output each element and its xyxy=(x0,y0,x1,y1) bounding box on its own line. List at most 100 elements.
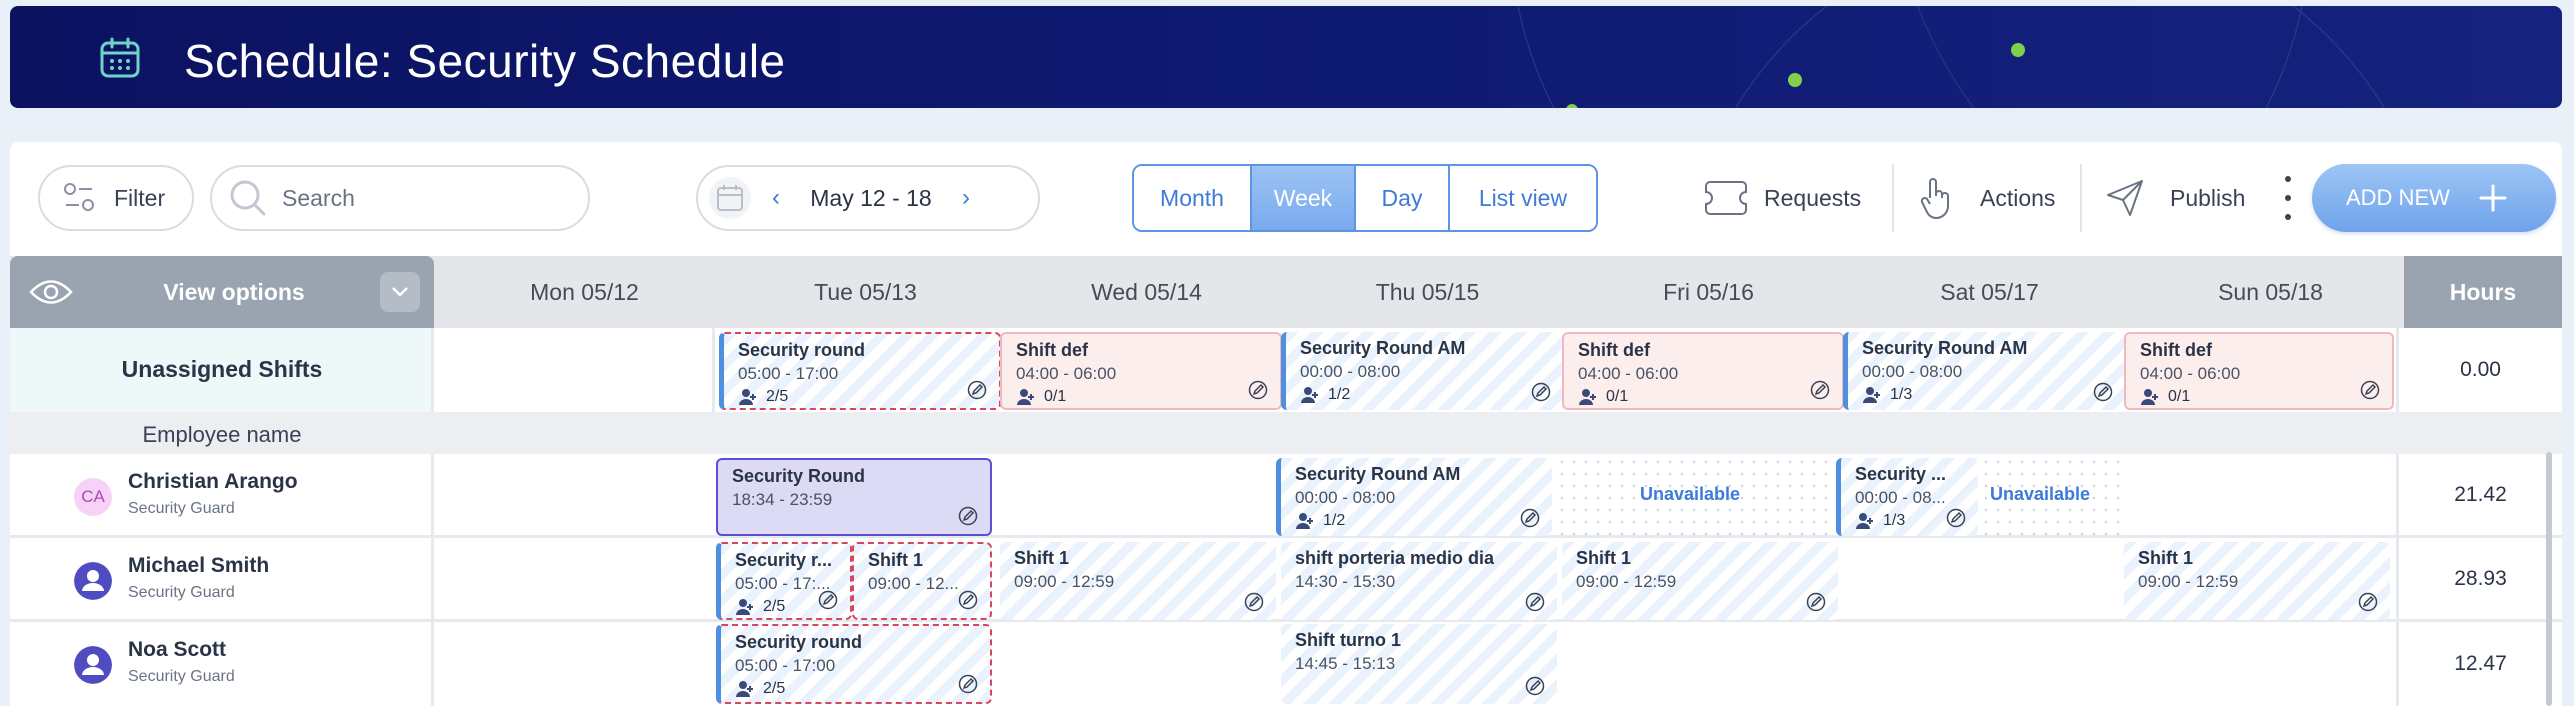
employee-cell[interactable]: CA Christian Arango Security Guard xyxy=(10,454,434,535)
shift-time: 00:00 - 08:00 xyxy=(1300,362,1401,381)
eye-icon xyxy=(29,280,73,304)
chevron-down-icon[interactable] xyxy=(380,272,420,312)
shift-time: 09:00 - 12:59 xyxy=(1014,572,1115,591)
shift-count-value: 2/5 xyxy=(766,388,789,405)
shift-card[interactable]: shift porteria medio dia 14:30 - 15:30 xyxy=(1281,542,1557,620)
chevron-right-icon[interactable]: › xyxy=(962,184,970,212)
employee-name: Christian Arango xyxy=(128,470,298,493)
unassigned-shifts-row: Unassigned Shifts Security round 05:00 -… xyxy=(10,328,2562,412)
edit-icon[interactable] xyxy=(2360,380,2380,400)
search-icon xyxy=(230,180,266,216)
edit-icon[interactable] xyxy=(1531,382,1551,402)
publish-button[interactable]: Publish xyxy=(2104,172,2245,224)
shift-card[interactable]: Shift def 04:00 - 06:00 0/1 xyxy=(2124,332,2394,410)
shift-card[interactable]: Security Round 18:34 - 23:59 xyxy=(716,458,992,536)
shift-time: 04:00 - 06:00 xyxy=(1578,364,1679,383)
shift-card[interactable]: Security Round AM 00:00 - 08:00 1/3 xyxy=(1843,332,2125,410)
shift-card[interactable]: Security r... 05:00 - 17:... 2/5 xyxy=(716,542,852,620)
shift-count: 0/1 xyxy=(2140,388,2190,406)
shift-title: Security Round AM xyxy=(1300,338,1466,358)
edit-icon[interactable] xyxy=(1520,508,1540,528)
add-new-button[interactable]: ADD NEW xyxy=(2312,164,2556,232)
edit-icon[interactable] xyxy=(1525,592,1545,612)
requests-label: Requests xyxy=(1764,184,1862,211)
shift-card[interactable]: Security Round AM 00:00 - 08:00 1/2 xyxy=(1281,332,1563,410)
calendar-icon xyxy=(100,37,140,78)
edit-icon[interactable] xyxy=(1806,592,1826,612)
actions-button[interactable]: Actions xyxy=(1918,172,2055,224)
edit-icon[interactable] xyxy=(1810,380,1830,400)
publish-label: Publish xyxy=(2170,184,2246,211)
hours-cell: 12.47 xyxy=(2396,622,2562,706)
edit-icon[interactable] xyxy=(1525,676,1545,696)
shift-title: Security round xyxy=(738,340,866,360)
view-day[interactable]: Day xyxy=(1356,166,1450,230)
unavailable-label: Unavailable xyxy=(1990,484,2091,504)
shift-time: 04:00 - 06:00 xyxy=(2140,364,2241,383)
shift-card[interactable]: Shift 1 09:00 - 12:59 xyxy=(2124,542,2390,620)
search-input[interactable]: Search xyxy=(210,165,590,231)
requests-button[interactable]: Requests xyxy=(1704,172,1861,224)
shift-count-value: 2/5 xyxy=(763,598,786,615)
edit-icon[interactable] xyxy=(958,674,978,694)
edit-icon[interactable] xyxy=(2093,382,2113,402)
shift-card[interactable]: Shift 1 09:00 - 12:59 xyxy=(1000,542,1276,620)
edit-icon[interactable] xyxy=(958,590,978,610)
shift-card[interactable]: Security round 05:00 - 17:00 2/5 xyxy=(719,332,1001,410)
user-add-icon xyxy=(1017,389,1034,405)
shift-card[interactable]: Security ... 00:00 - 08... 1/3 xyxy=(1836,458,1978,536)
shift-time: 05:00 - 17:00 xyxy=(738,364,839,383)
shift-time: 09:00 - 12:59 xyxy=(1576,572,1677,591)
employee-cell[interactable]: Noa Scott Security Guard xyxy=(10,622,434,706)
employee-role: Security Guard xyxy=(128,584,235,601)
employee-cell[interactable]: Michael Smith Security Guard xyxy=(10,538,434,619)
date-range-picker[interactable]: ‹ May 12 - 18 › xyxy=(696,165,1040,231)
page-title: Schedule: Security Schedule xyxy=(184,35,786,87)
shift-count: 2/5 xyxy=(738,388,788,406)
avatar: CA xyxy=(74,478,112,516)
edit-icon[interactable] xyxy=(958,506,978,526)
hours-cell: 21.42 xyxy=(2396,454,2562,535)
shift-card[interactable]: Security round 05:00 - 17:00 2/5 xyxy=(716,624,992,704)
filter-button[interactable]: Filter xyxy=(38,165,194,231)
edit-icon[interactable] xyxy=(2358,592,2378,612)
chevron-left-icon[interactable]: ‹ xyxy=(772,184,780,212)
shift-count-value: 1/3 xyxy=(1890,386,1913,403)
shift-count: 1/2 xyxy=(1300,386,1350,404)
user-add-icon xyxy=(1856,513,1873,529)
edit-icon[interactable] xyxy=(967,380,987,400)
more-options-icon[interactable] xyxy=(2284,176,2292,220)
user-avatar-icon xyxy=(74,646,112,684)
day-header: Wed 05/14 xyxy=(1091,278,1202,305)
user-add-icon xyxy=(1296,513,1313,529)
shift-card[interactable]: Shift turno 1 14:45 - 15:13 xyxy=(1281,624,1557,704)
hand-pointer-icon xyxy=(1920,178,1949,220)
grid-scrollbar[interactable] xyxy=(2546,452,2552,706)
day-header: Fri 05/16 xyxy=(1663,278,1754,305)
user-add-icon xyxy=(1301,387,1318,403)
shift-count: 1/2 xyxy=(1295,512,1345,530)
edit-icon[interactable] xyxy=(1248,380,1268,400)
shift-card[interactable]: Shift def 04:00 - 06:00 0/1 xyxy=(1562,332,1844,410)
view-week[interactable]: Week xyxy=(1252,166,1356,230)
shift-count: 0/1 xyxy=(1016,388,1066,406)
actions-label: Actions xyxy=(1980,184,2056,211)
view-list[interactable]: List view xyxy=(1450,166,1596,230)
shift-title: shift porteria medio dia xyxy=(1295,548,1495,568)
unassigned-label-cell: Unassigned Shifts xyxy=(10,328,434,412)
shift-title: Security Round AM xyxy=(1862,338,2028,358)
view-options-button[interactable]: View options xyxy=(10,256,434,328)
edit-icon[interactable] xyxy=(818,590,838,610)
shift-card[interactable]: Shift 1 09:00 - 12... xyxy=(852,542,992,620)
day-cell[interactable] xyxy=(434,328,715,412)
shift-title: Shift 1 xyxy=(1576,548,1632,568)
edit-icon[interactable] xyxy=(1946,508,1966,528)
shift-title: Security r... xyxy=(735,550,833,570)
calendar-picker-icon[interactable] xyxy=(708,176,752,220)
shift-card[interactable]: Security Round AM 00:00 - 08:00 1/2 xyxy=(1276,458,1552,536)
edit-icon[interactable] xyxy=(1244,592,1264,612)
view-month[interactable]: Month xyxy=(1134,166,1252,230)
shift-card[interactable]: Shift 1 09:00 - 12:59 xyxy=(1562,542,1838,620)
shift-count-value: 2/5 xyxy=(763,680,786,697)
shift-card[interactable]: Shift def 04:00 - 06:00 0/1 xyxy=(1000,332,1282,410)
